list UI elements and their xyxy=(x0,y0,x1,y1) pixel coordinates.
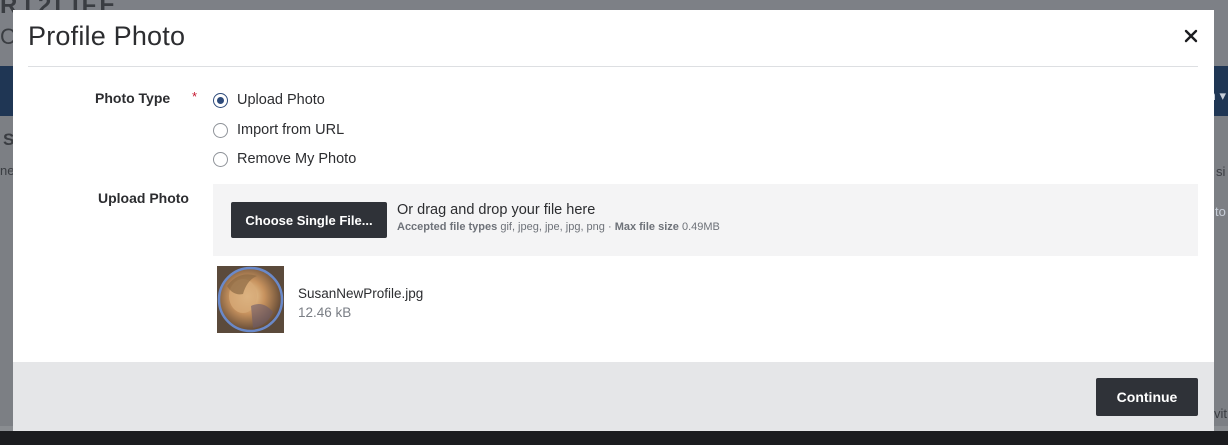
radio-button[interactable] xyxy=(213,92,228,108)
constraints-separator: · xyxy=(604,221,615,233)
radio-button[interactable] xyxy=(213,151,228,167)
radio-label: Import from URL xyxy=(237,122,345,138)
close-button[interactable] xyxy=(1179,24,1203,48)
background-footer xyxy=(0,431,1228,445)
profile-photo-thumbnail xyxy=(217,266,284,333)
radio-label: Remove My Photo xyxy=(237,151,357,167)
accepted-types-label: Accepted file types xyxy=(397,221,498,233)
background-fragment: vit xyxy=(1214,406,1227,421)
background-right-edge xyxy=(1214,116,1228,426)
background-fragment: si xyxy=(1216,164,1226,179)
radio-remove-my-photo[interactable]: Remove My Photo xyxy=(213,151,356,167)
radio-button[interactable] xyxy=(213,122,228,138)
header-divider xyxy=(28,66,1198,67)
radio-import-from-url[interactable]: Import from URL xyxy=(213,122,344,138)
file-size: 12.46 kB xyxy=(298,305,352,320)
choose-file-button[interactable]: Choose Single File... xyxy=(231,202,387,238)
file-constraints: Accepted file types gif, jpeg, jpe, jpg,… xyxy=(397,221,720,233)
max-size-value: 0.49MB xyxy=(681,221,720,233)
drag-drop-hint: Or drag and drop your file here xyxy=(397,202,596,218)
upload-photo-label: Upload Photo xyxy=(98,190,189,206)
profile-photo-modal: Profile Photo Photo Type * Upload Photo … xyxy=(13,10,1214,431)
accepted-types-value: gif, jpeg, jpe, jpg, png xyxy=(500,221,605,233)
photo-type-label: Photo Type xyxy=(95,90,171,106)
file-dropzone[interactable]: Choose Single File... Or drag and drop y… xyxy=(213,184,1198,256)
close-icon xyxy=(1184,29,1198,43)
modal-footer: Continue xyxy=(13,362,1214,431)
max-size-label: Max file size xyxy=(614,221,679,233)
modal-title: Profile Photo xyxy=(28,21,186,51)
radio-selected-dot xyxy=(217,96,224,104)
background-fragment: to xyxy=(1215,204,1226,219)
required-marker: * xyxy=(192,89,198,104)
continue-button[interactable]: Continue xyxy=(1096,378,1198,416)
radio-label: Upload Photo xyxy=(237,92,325,108)
photo-preview-image xyxy=(217,266,284,333)
modal-header: Profile Photo xyxy=(13,10,1214,67)
radio-upload-photo[interactable]: Upload Photo xyxy=(213,92,325,108)
file-name: SusanNewProfile.jpg xyxy=(298,286,424,301)
